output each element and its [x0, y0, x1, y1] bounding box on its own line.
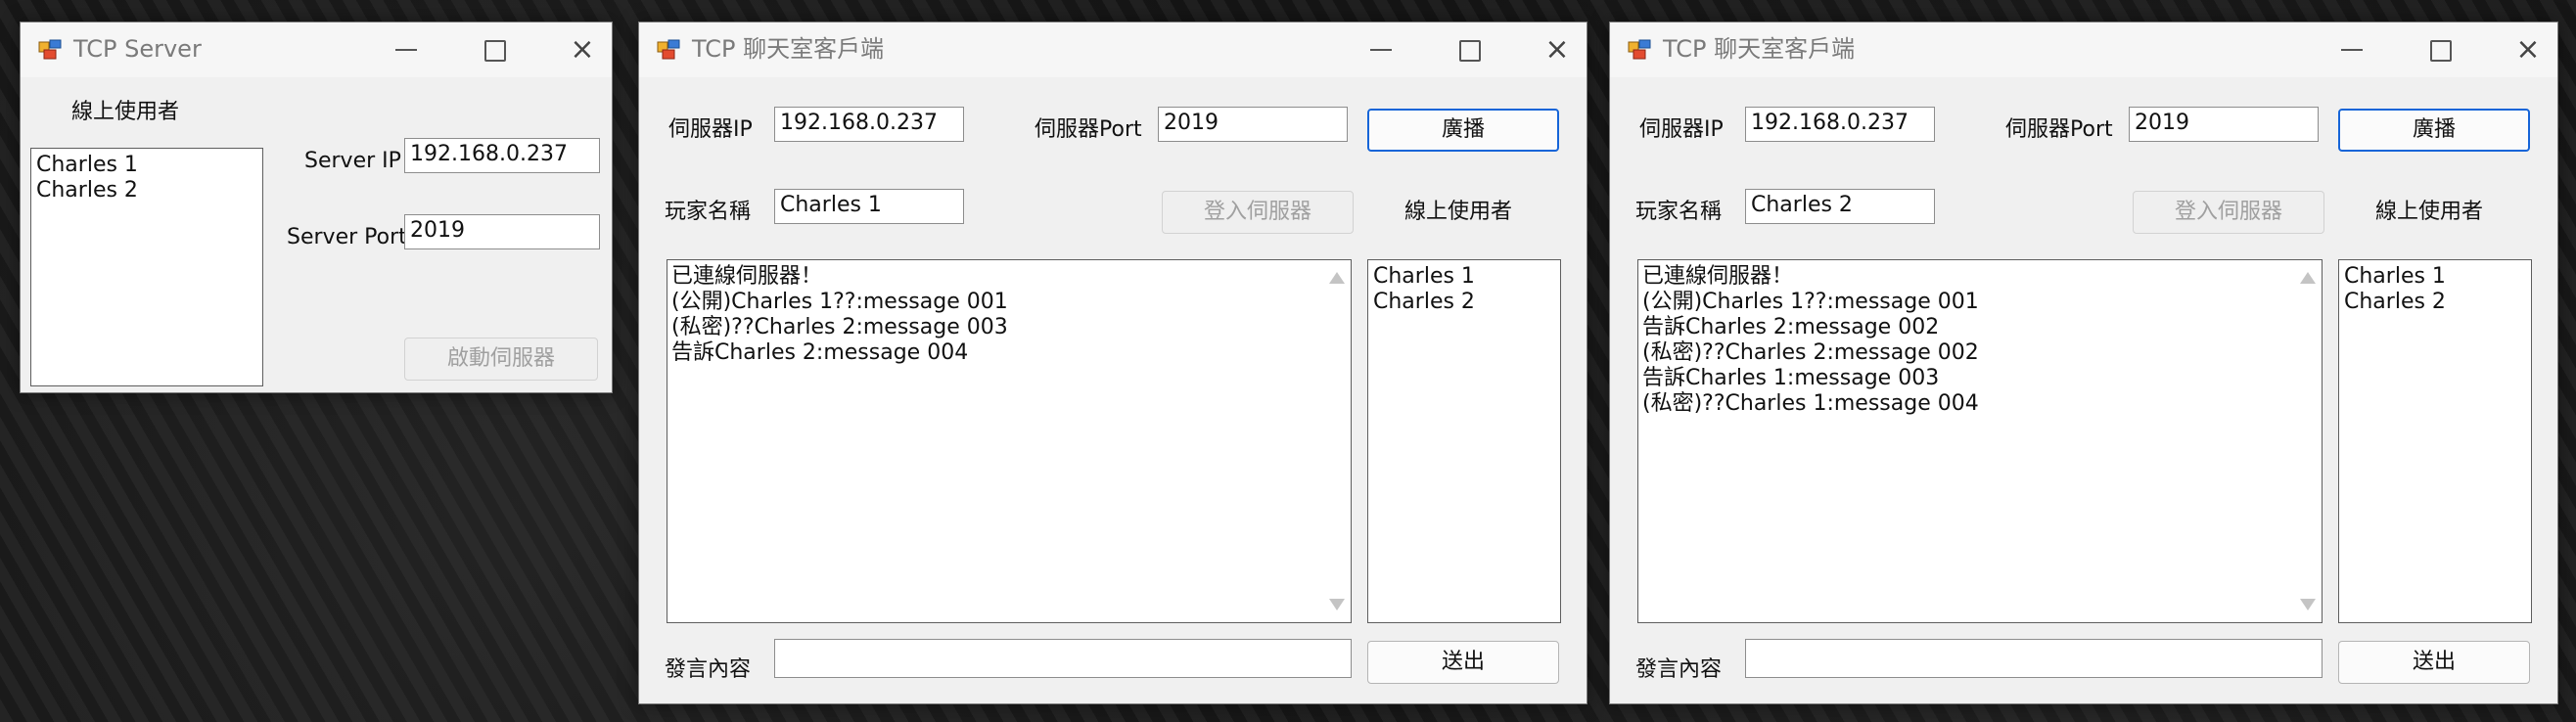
server-ip-input[interactable]: 192.168.0.237	[1745, 107, 1935, 142]
message-line: 告訴Charles 2:message 004	[671, 340, 969, 365]
maximize-icon[interactable]	[2395, 23, 2485, 77]
window-title: TCP 聊天室客戶端	[1663, 35, 1856, 63]
app-icon	[1628, 39, 1651, 60]
minimize-icon[interactable]	[2307, 23, 2397, 77]
server-port-input[interactable]: 2019	[1158, 107, 1348, 142]
login-server-button[interactable]: 登入伺服器	[2133, 191, 2324, 234]
message-line: (私密)??Charles 2:message 002	[1642, 340, 1979, 365]
scroll-up-icon[interactable]	[2300, 272, 2316, 284]
message-line: 告訴Charles 2:message 002	[1642, 315, 1940, 339]
maximize-icon[interactable]	[449, 23, 539, 77]
message-input[interactable]	[1745, 639, 2323, 678]
close-icon[interactable]: ×	[537, 23, 612, 77]
server-ip-input[interactable]: 192.168.0.237	[774, 107, 964, 142]
server-ip-label: Server IP	[304, 149, 401, 173]
message-line: (私密)??Charles 1:message 004	[1642, 391, 1979, 416]
scroll-up-icon[interactable]	[1329, 272, 1345, 284]
player-name-label: 玩家名稱	[1635, 200, 1723, 224]
message-line: (公開)Charles 1??:message 001	[671, 290, 1008, 314]
window-title: TCP Server	[73, 35, 202, 63]
message-label: 發言內容	[665, 657, 752, 682]
minimize-icon[interactable]	[1336, 23, 1426, 77]
message-history[interactable]: 已連線伺服器！ (公開)Charles 1??:message 001 (私密)…	[667, 259, 1352, 623]
server-port-label: Server Port	[287, 225, 407, 249]
title-bar[interactable]: TCP 聊天室客戶端 ×	[639, 23, 1587, 77]
server-ip-label: 伺服器IP	[668, 117, 753, 142]
online-users-list[interactable]: Charles 1 Charles 2	[1367, 259, 1561, 623]
online-users-list[interactable]: Charles 1 Charles 2	[30, 148, 263, 386]
close-icon[interactable]: ×	[2483, 23, 2557, 77]
scroll-down-icon[interactable]	[2300, 599, 2316, 610]
online-users-label: 線上使用者	[1404, 200, 1513, 224]
online-users-label: 線上使用者	[71, 100, 180, 124]
broadcast-button[interactable]: 廣播	[1367, 109, 1559, 152]
scroll-down-icon[interactable]	[1329, 599, 1345, 610]
list-item[interactable]: Charles 1	[36, 153, 138, 178]
player-name-input[interactable]: Charles 2	[1745, 189, 1935, 224]
list-item[interactable]: Charles 2	[1373, 290, 1475, 315]
message-input[interactable]	[774, 639, 1352, 678]
maximize-icon[interactable]	[1424, 23, 1514, 77]
close-icon[interactable]: ×	[1512, 23, 1587, 77]
minimize-icon[interactable]	[361, 23, 451, 77]
message-line: (公開)Charles 1??:message 001	[1642, 290, 1979, 314]
player-name-label: 玩家名稱	[665, 200, 752, 224]
window-title: TCP 聊天室客戶端	[692, 35, 885, 63]
online-users-list[interactable]: Charles 1 Charles 2	[2338, 259, 2532, 623]
send-button[interactable]: 送出	[1367, 641, 1559, 684]
login-server-button[interactable]: 登入伺服器	[1162, 191, 1354, 234]
chat-client-window[interactable]: TCP 聊天室客戶端 × 伺服器IP 192.168.0.237 伺服器Port…	[638, 22, 1587, 704]
message-history[interactable]: 已連線伺服器！ (公開)Charles 1??:message 001 告訴Ch…	[1637, 259, 2323, 623]
message-line: 告訴Charles 1:message 003	[1642, 366, 1940, 390]
list-item[interactable]: Charles 1	[2344, 264, 2446, 290]
server-ip-input[interactable]: 192.168.0.237	[404, 138, 600, 173]
server-port-input[interactable]: 2019	[2129, 107, 2319, 142]
server-port-label: 伺服器Port	[2005, 117, 2113, 142]
list-item[interactable]: Charles 2	[36, 178, 138, 203]
online-users-label: 線上使用者	[2375, 200, 2484, 224]
message-line: 已連線伺服器！	[1642, 264, 1794, 289]
broadcast-button[interactable]: 廣播	[2338, 109, 2530, 152]
message-label: 發言內容	[1635, 657, 1723, 682]
app-icon	[657, 39, 680, 60]
list-item[interactable]: Charles 1	[1373, 264, 1475, 290]
start-server-button[interactable]: 啟動伺服器	[404, 338, 598, 381]
title-bar[interactable]: TCP 聊天室客戶端 ×	[1610, 23, 2557, 77]
message-line: (私密)??Charles 2:message 003	[671, 315, 1008, 339]
title-bar[interactable]: TCP Server ×	[21, 23, 612, 77]
server-window[interactable]: TCP Server × 線上使用者 Charles 1 Charles 2 S…	[20, 22, 613, 393]
list-item[interactable]: Charles 2	[2344, 290, 2446, 315]
message-line: 已連線伺服器！	[671, 264, 823, 289]
chat-client-window[interactable]: TCP 聊天室客戶端 × 伺服器IP 192.168.0.237 伺服器Port…	[1609, 22, 2558, 704]
server-port-input[interactable]: 2019	[404, 214, 600, 249]
server-port-label: 伺服器Port	[1035, 117, 1142, 142]
server-ip-label: 伺服器IP	[1639, 117, 1724, 142]
vertical-scrollbar[interactable]	[1323, 260, 1351, 622]
player-name-input[interactable]: Charles 1	[774, 189, 964, 224]
vertical-scrollbar[interactable]	[2294, 260, 2322, 622]
app-icon	[38, 39, 62, 60]
send-button[interactable]: 送出	[2338, 641, 2530, 684]
